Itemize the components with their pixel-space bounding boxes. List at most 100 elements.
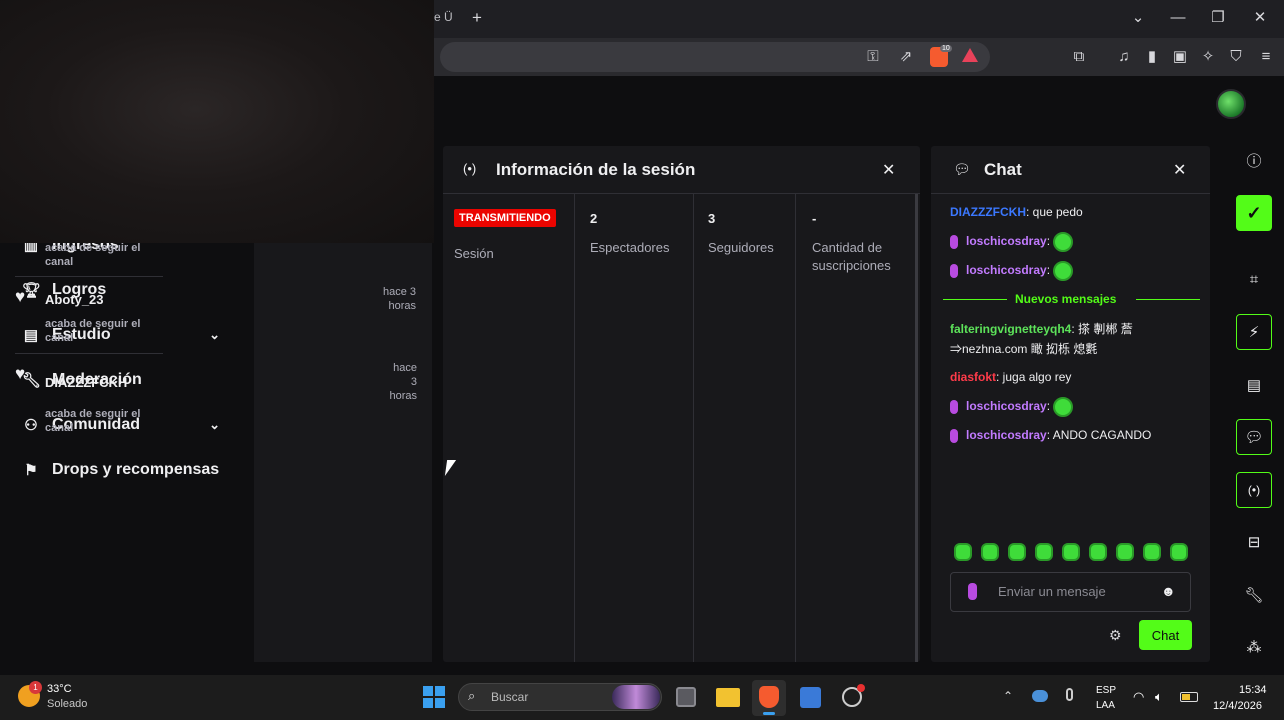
vpn-shield-icon[interactable]: ⛉ <box>1226 47 1246 67</box>
chevron-up-icon[interactable]: ⌃ <box>1003 689 1013 703</box>
chat-send-button[interactable]: Chat <box>1139 620 1192 650</box>
chat-text: : que pedo <box>1025 205 1083 219</box>
task-view-icon[interactable] <box>676 687 696 707</box>
lightning-icon[interactable]: ⚡︎ <box>1236 314 1272 350</box>
chat-panel-title: Chat <box>984 160 1022 179</box>
user-avatar[interactable] <box>1216 89 1246 119</box>
close-icon[interactable]: ✕ <box>1173 160 1186 180</box>
new-messages-line <box>943 299 1007 300</box>
microsoft-store-icon[interactable] <box>800 687 821 708</box>
chat-username[interactable]: DIAZZZFCKH <box>950 205 1026 219</box>
chat-message: loschicosdray: ANDO CAGANDO <box>950 425 1200 445</box>
wrench-icon[interactable]: 🔧︎ <box>1236 577 1272 613</box>
feed-username[interactable]: Aboty_23 <box>45 292 104 307</box>
restore-button[interactable]: ❐ <box>1208 8 1228 28</box>
chat-username[interactable]: loschicosdray <box>966 263 1047 277</box>
screenshot-icon[interactable]: ⧉ <box>1069 47 1089 67</box>
community-icon[interactable]: ⁂ <box>1236 629 1272 665</box>
chat-text: : <box>1046 263 1051 277</box>
chat-text: : <box>1046 234 1051 248</box>
chat-input-placeholder: Enviar un mensaje <box>998 584 1106 599</box>
new-messages-label: Nuevos mensajes <box>1015 292 1117 306</box>
close-icon[interactable]: ✕ <box>882 160 895 180</box>
session-panel-title: Información de la sesión <box>496 160 696 179</box>
notes-icon[interactable]: ▤ <box>1236 367 1272 403</box>
music-icon[interactable]: ♫ <box>1114 47 1134 67</box>
emoji-picker-icon[interactable]: ☻ <box>1161 583 1176 599</box>
column-divider <box>574 194 575 662</box>
minimize-button[interactable]: — <box>1168 8 1188 28</box>
info-icon[interactable]: ⓘ <box>1236 142 1272 178</box>
onedrive-icon[interactable] <box>1032 690 1048 702</box>
mic-badge-icon <box>950 234 958 249</box>
chat-message: loschicosdray: <box>950 260 1200 281</box>
chat-text: : juga algo rey <box>996 370 1072 384</box>
heart-icon: ♥ <box>15 364 26 383</box>
column-divider <box>693 194 694 662</box>
mic-icon[interactable] <box>968 583 977 600</box>
weather-temp[interactable]: 33°C <box>47 683 72 695</box>
microphone-icon[interactable] <box>1066 688 1073 701</box>
viewers-label: Espectadores <box>590 240 670 255</box>
mic-badge-icon <box>950 428 958 443</box>
chat-username[interactable]: falteringvignetteyqh4 <box>950 322 1071 336</box>
feed-username[interactable]: DIAZZZFCKH <box>45 375 127 390</box>
rewards-triangle-icon[interactable] <box>962 48 978 62</box>
clock-time[interactable]: 15:34 <box>1239 684 1267 696</box>
broadcast-icon: (•) <box>463 161 477 176</box>
feed-action: acaba de seguir el canal <box>45 408 141 434</box>
search-icon: ⌕ <box>468 688 476 703</box>
chat-username[interactable]: diasfokt <box>950 370 996 384</box>
battery-icon[interactable] <box>1180 692 1198 702</box>
nav-label: Drops y recompensas <box>52 461 220 478</box>
new-tab-button[interactable]: + <box>472 8 482 28</box>
emote-icon <box>1053 396 1074 417</box>
close-window-button[interactable]: ✕ <box>1250 8 1270 28</box>
windows-start-icon[interactable] <box>423 686 445 708</box>
volume-muted-icon[interactable]: 🔈︎ <box>1155 689 1163 705</box>
chat-message: loschicosdray: <box>950 231 1200 252</box>
wifi-icon[interactable]: ◠ <box>1133 689 1144 705</box>
heart-icon: ♥ <box>15 287 26 306</box>
shield-count-badge: 10 <box>940 45 952 52</box>
feed-divider <box>15 276 163 277</box>
chat-toggle-icon[interactable]: 💬︎ <box>1236 419 1272 455</box>
community-icon: ⚇ <box>24 417 38 434</box>
chat-panel-header <box>931 146 1210 194</box>
quick-emotes-row[interactable] <box>954 543 1197 566</box>
brave-browser-icon[interactable] <box>759 686 779 708</box>
layout-icon[interactable]: ⊟ <box>1236 524 1272 560</box>
followers-count: 3 <box>708 211 716 226</box>
share-icon[interactable]: ⇗ <box>896 47 916 67</box>
mic-badge-icon <box>950 263 958 278</box>
checkmark-icon[interactable]: ✓ <box>1236 195 1272 231</box>
key-icon[interactable]: ⚿ <box>863 47 883 67</box>
file-explorer-icon[interactable] <box>716 688 740 707</box>
chat-message: diasfokt: juga algo rey <box>950 367 1200 387</box>
emote-icon <box>1053 260 1074 281</box>
active-indicator <box>763 712 775 715</box>
keyboard-layout: LAA <box>1096 700 1115 711</box>
chat-username[interactable]: loschicosdray <box>966 399 1047 413</box>
viewers-count: 2 <box>590 211 598 226</box>
broadcast-toggle-icon[interactable]: (•) <box>1236 472 1272 508</box>
nav-item-drops[interactable]: ⚑ Drops y recompensas <box>22 455 222 485</box>
chat-username[interactable]: loschicosdray <box>966 428 1047 442</box>
chevron-down-icon[interactable]: ⌄ <box>209 327 220 343</box>
wallet-icon[interactable]: ▣ <box>1170 47 1190 67</box>
tab-list-dropdown-icon[interactable]: ⌄ <box>1128 8 1148 28</box>
feed-action: acaba de seguir el canal <box>45 318 141 344</box>
feed-divider <box>15 353 163 354</box>
leo-ai-icon[interactable]: ✧ <box>1198 47 1218 67</box>
column-divider <box>795 194 796 662</box>
sidebar-icon[interactable]: ▮ <box>1142 47 1162 67</box>
chat-settings-gear-icon[interactable]: ⚙ <box>1109 627 1122 644</box>
menu-icon[interactable]: ≡ <box>1256 47 1276 67</box>
panel-scrollbar[interactable] <box>915 194 918 662</box>
chat-username[interactable]: loschicosdray <box>966 234 1047 248</box>
chevron-down-icon[interactable]: ⌄ <box>209 417 220 433</box>
clip-capture-icon[interactable]: ⌗ <box>1236 261 1272 297</box>
tab-title-fragment[interactable]: e Ü <box>434 10 453 24</box>
webcam-overlay <box>0 0 434 243</box>
language-code[interactable]: ESP <box>1096 685 1116 696</box>
